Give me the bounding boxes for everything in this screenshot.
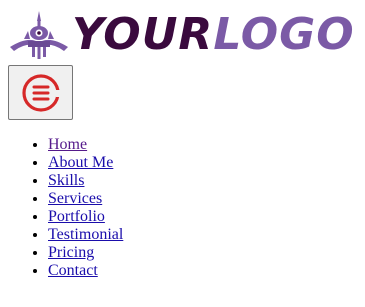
- nav-item-about-me: About Me: [48, 154, 123, 172]
- nav-item-skills: Skills: [48, 172, 123, 190]
- nav-link-home[interactable]: Home: [48, 136, 87, 153]
- logo-text-your: YOUR: [72, 9, 214, 60]
- logo-text-logo: LOGO: [213, 9, 355, 60]
- nav-item-testimonial: Testimonial: [48, 226, 123, 244]
- temple-emblem-icon: [10, 11, 68, 59]
- nav-link-about-me[interactable]: About Me: [48, 154, 113, 171]
- nav-item-services: Services: [48, 190, 123, 208]
- nav-link-services[interactable]: Services: [48, 190, 102, 207]
- logo-wordmark: YOURLOGO: [72, 13, 355, 57]
- main-nav-list: Home About Me Skills Services Portfolio …: [0, 136, 123, 280]
- nav-link-portfolio[interactable]: Portfolio: [48, 208, 105, 225]
- nav-item-home: Home: [48, 136, 123, 154]
- nav-link-testimonial[interactable]: Testimonial: [48, 226, 123, 243]
- nav-item-pricing: Pricing: [48, 244, 123, 262]
- nav-link-contact[interactable]: Contact: [48, 262, 98, 279]
- nav-link-pricing[interactable]: Pricing: [48, 244, 94, 261]
- nav-item-contact: Contact: [48, 262, 123, 280]
- nav-item-portfolio: Portfolio: [48, 208, 123, 226]
- nav-link-skills[interactable]: Skills: [48, 172, 84, 189]
- site-logo[interactable]: YOURLOGO: [8, 6, 354, 64]
- hamburger-circle-icon: [21, 73, 61, 112]
- menu-toggle-button[interactable]: [8, 65, 73, 120]
